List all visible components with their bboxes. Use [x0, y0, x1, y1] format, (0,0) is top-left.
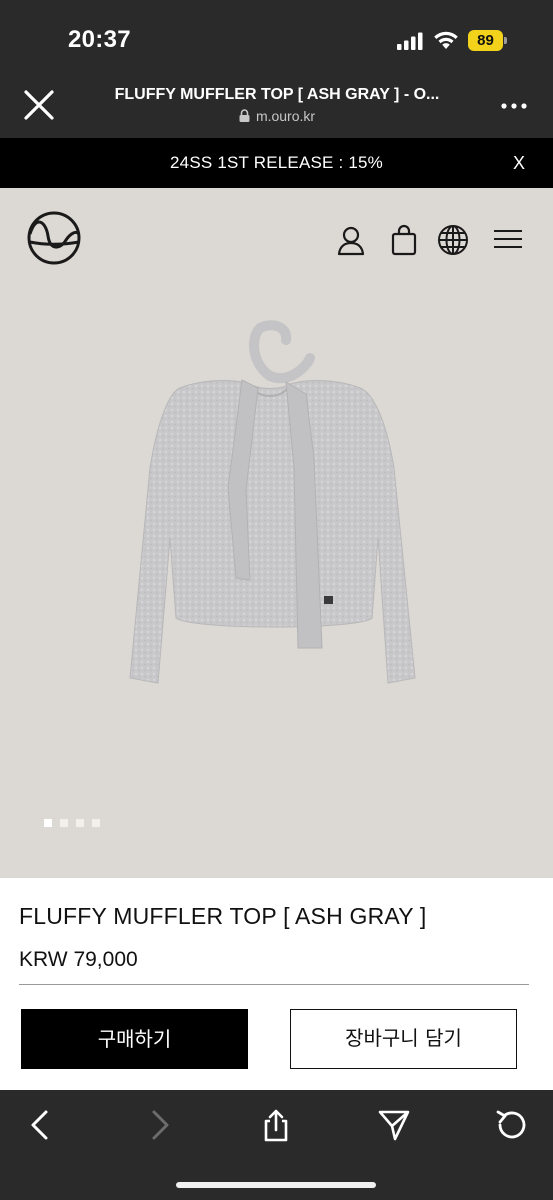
- close-icon[interactable]: [22, 88, 56, 122]
- add-to-cart-button[interactable]: 장바구니 담기: [290, 1009, 517, 1069]
- gallery-dot[interactable]: [60, 819, 68, 827]
- menu-icon[interactable]: [492, 224, 524, 256]
- browser-header: FLUFFY MUFFLER TOP [ ASH GRAY ] - O... m…: [0, 72, 553, 138]
- send-icon[interactable]: [377, 1108, 411, 1142]
- home-indicator: [176, 1182, 376, 1188]
- battery-level: 89: [477, 32, 494, 49]
- gallery-dot[interactable]: [44, 819, 52, 827]
- browser-toolbar: [0, 1090, 553, 1200]
- product-price: KRW 79,000: [19, 948, 138, 971]
- status-bar: 20:37 89: [0, 0, 553, 72]
- globe-icon[interactable]: [437, 224, 469, 256]
- status-time: 20:37: [68, 26, 131, 53]
- product-image[interactable]: [110, 318, 430, 688]
- page-title: FLUFFY MUFFLER TOP [ ASH GRAY ] - O...: [114, 86, 440, 103]
- url-text: m.ouro.kr: [255, 108, 316, 124]
- logo-icon[interactable]: [26, 204, 82, 272]
- product-info: FLUFFY MUFFLER TOP [ ASH GRAY ] KRW 79,0…: [0, 878, 553, 1090]
- back-icon[interactable]: [24, 1108, 58, 1142]
- share-icon[interactable]: [259, 1108, 293, 1142]
- url-row[interactable]: m.ouro.kr: [92, 108, 462, 124]
- battery-icon: 89: [468, 30, 508, 51]
- user-icon[interactable]: [335, 224, 367, 256]
- gallery-dot[interactable]: [92, 819, 100, 827]
- signal-icon: [397, 32, 423, 50]
- lock-icon: [239, 109, 250, 122]
- buy-button[interactable]: 구매하기: [21, 1009, 248, 1069]
- product-name: FLUFFY MUFFLER TOP [ ASH GRAY ]: [19, 903, 427, 929]
- refresh-icon[interactable]: [495, 1108, 529, 1142]
- bag-icon[interactable]: [388, 224, 420, 256]
- gallery-pagination: [44, 814, 108, 827]
- product-gallery[interactable]: [0, 188, 553, 878]
- battery-tip: [504, 37, 507, 44]
- announcement-bar: 24SS 1ST RELEASE : 15% X: [0, 138, 553, 188]
- more-icon[interactable]: [500, 96, 528, 116]
- announcement-close-button[interactable]: X: [504, 138, 534, 188]
- announcement-text[interactable]: 24SS 1ST RELEASE : 15%: [0, 138, 553, 188]
- divider: [19, 984, 529, 985]
- wifi-icon: [434, 31, 458, 49]
- gallery-dot[interactable]: [76, 819, 84, 827]
- forward-icon[interactable]: [142, 1108, 176, 1142]
